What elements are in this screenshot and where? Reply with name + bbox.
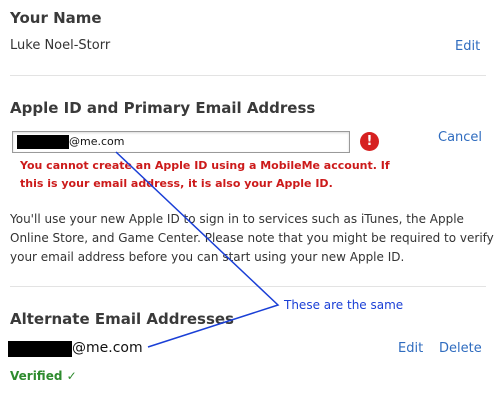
annotation-lines — [115, 151, 280, 348]
annotation-arrow-line — [115, 151, 280, 348]
annotation-label: These are the same — [284, 298, 404, 312]
